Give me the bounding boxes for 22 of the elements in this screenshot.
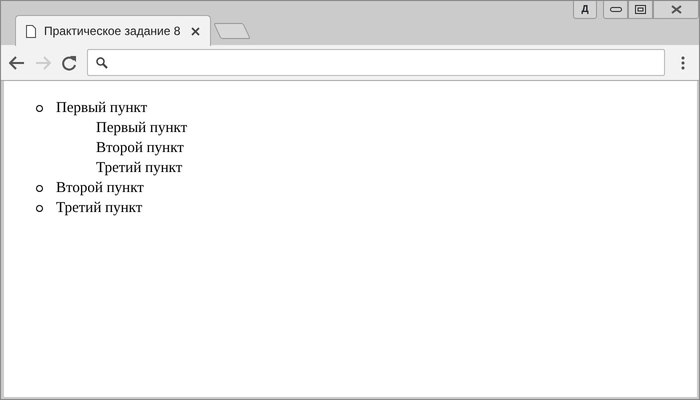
- language-indicator[interactable]: Д: [573, 1, 597, 19]
- minimize-button[interactable]: [603, 1, 628, 19]
- maximize-button[interactable]: [628, 1, 653, 19]
- search-icon: [96, 56, 108, 68]
- browser-tab[interactable]: Практическое задание 8: [15, 15, 211, 46]
- list-item: Первый пункт: [56, 99, 148, 118]
- minimize-icon: [610, 7, 622, 12]
- close-button[interactable]: [653, 1, 699, 19]
- page-icon: [26, 24, 36, 38]
- tab-title: Практическое задание 8: [44, 23, 182, 40]
- list-item: Второй пункт: [56, 179, 144, 198]
- list-item: Третий пункт: [56, 199, 142, 218]
- list-item: Второй пункт: [96, 139, 184, 158]
- address-field[interactable]: [87, 49, 665, 76]
- maximize-icon: [635, 5, 646, 14]
- back-icon[interactable]: [9, 56, 25, 70]
- close-tab-icon[interactable]: [191, 26, 200, 36]
- list-item: Первый пункт: [96, 119, 188, 138]
- reload-icon[interactable]: [61, 54, 77, 70]
- menu-icon[interactable]: [681, 56, 685, 70]
- close-icon: [670, 5, 682, 14]
- list-item: Третий пункт: [96, 159, 182, 178]
